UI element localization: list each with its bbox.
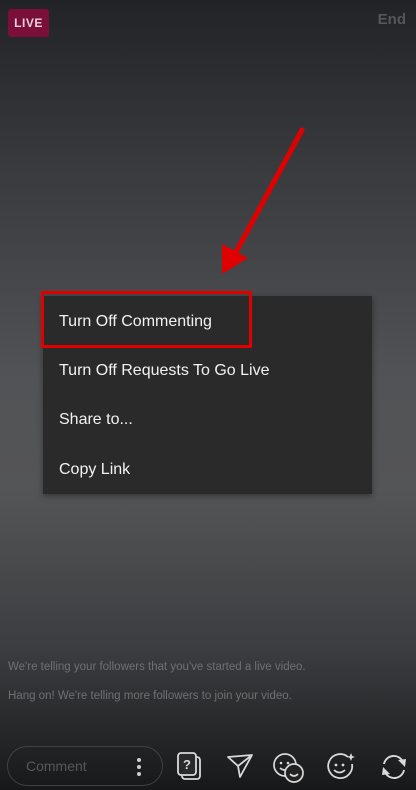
question-sticker-icon[interactable]: ? <box>177 752 203 782</box>
comment-input[interactable] <box>24 757 128 775</box>
switch-camera-icon[interactable] <box>379 752 409 782</box>
status-message-hang-on: Hang on! We're telling more followers to… <box>8 690 292 702</box>
status-message-followers: We're telling your followers that you've… <box>8 661 306 673</box>
comment-field[interactable] <box>7 746 163 786</box>
more-options-icon[interactable] <box>135 756 143 778</box>
face-effects-icon[interactable] <box>326 752 356 782</box>
send-icon[interactable] <box>226 752 254 780</box>
guests-icon[interactable] <box>272 752 306 784</box>
svg-text:?: ? <box>183 757 191 772</box>
